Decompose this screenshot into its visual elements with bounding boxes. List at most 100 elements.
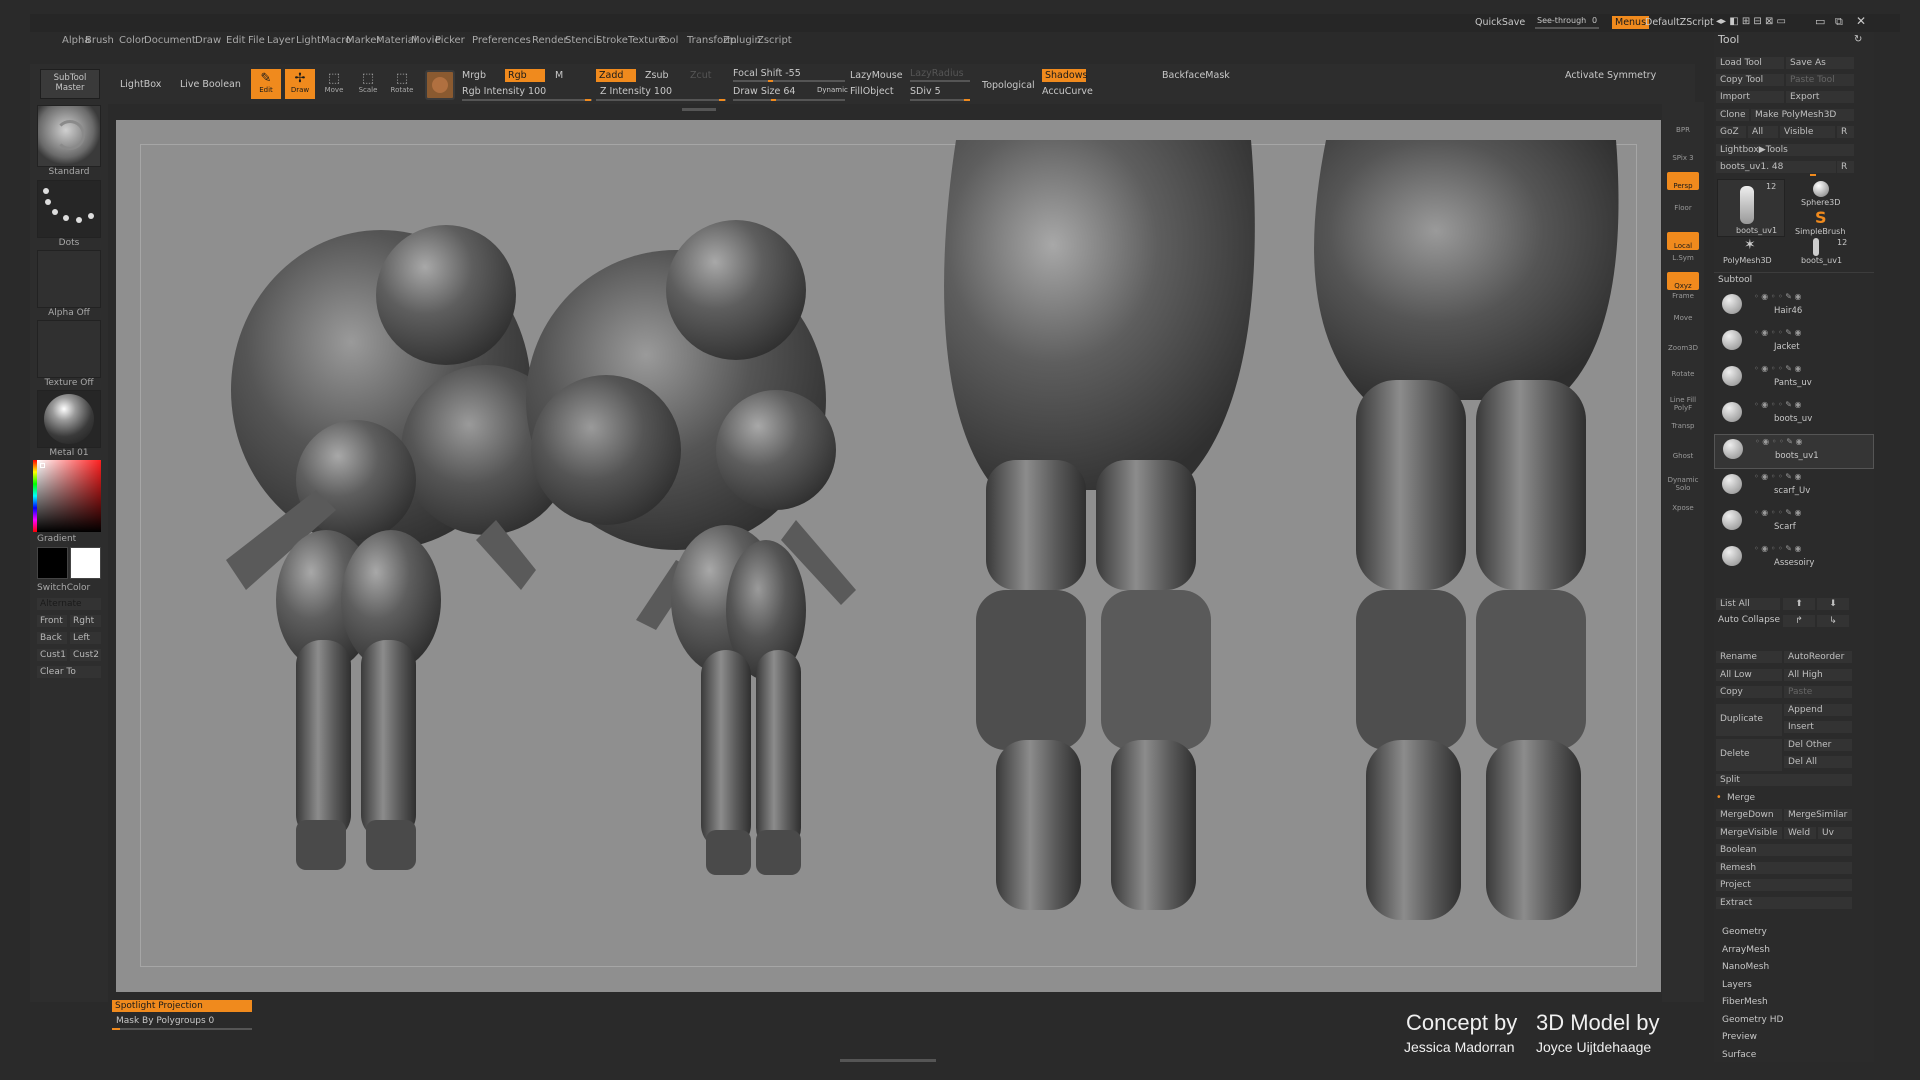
subtool-visibility-icon[interactable]: ◦ ◉ ◦ ◦ ✎ ◉ (1754, 508, 1802, 517)
gradient-label[interactable]: Gradient (37, 534, 101, 544)
delete-button[interactable]: Delete (1716, 739, 1782, 771)
arrow-up-icon[interactable]: ⬆ (1783, 598, 1815, 610)
del-all-button[interactable]: Del All (1784, 756, 1852, 768)
subtool-row[interactable]: ◦ ◉ ◦ ◦ ✎ ◉ Scarf (1714, 506, 1874, 541)
save-as-button[interactable]: Save As (1786, 57, 1854, 69)
color-picker[interactable] (33, 460, 101, 532)
menu-preferences[interactable]: Preferences (472, 35, 531, 46)
tool-thumb-simplebrush[interactable]: S SimpleBrush (1787, 208, 1855, 236)
cust1-button[interactable]: Cust1 (37, 649, 67, 661)
import-button[interactable]: Import (1716, 91, 1784, 103)
uv-button[interactable]: Uv (1818, 827, 1852, 839)
brush-thumbnail[interactable] (37, 105, 101, 167)
del-other-button[interactable]: Del Other (1784, 739, 1852, 751)
shelf-rotate[interactable]: Rotate (1667, 370, 1699, 378)
subtool-row[interactable]: ◦ ◉ ◦ ◦ ✎ ◉ boots_uv1 (1714, 434, 1874, 469)
bottom-scroll-handle[interactable] (840, 1059, 936, 1062)
switchcolor-button[interactable]: SwitchColor (37, 583, 101, 593)
shelf-zoom3d[interactable]: Zoom3D (1667, 344, 1699, 352)
all-low-button[interactable]: All Low (1716, 669, 1782, 681)
shadows-button[interactable]: Shadows (1042, 69, 1087, 82)
minimize-icon[interactable]: ▭ (1815, 15, 1825, 28)
m-button[interactable]: M (555, 70, 563, 81)
left-button[interactable]: Left (70, 632, 101, 644)
section-fibermesh[interactable]: FiberMesh (1722, 997, 1768, 1007)
quicksave-button[interactable]: QuickSave (1475, 17, 1525, 28)
zcut-button[interactable]: Zcut (690, 70, 711, 81)
make-polymesh-button[interactable]: Make PolyMesh3D (1751, 109, 1854, 121)
lightbox-tools-button[interactable]: Lightbox▶Tools (1716, 144, 1854, 156)
subtool-row[interactable]: ◦ ◉ ◦ ◦ ✎ ◉ Jacket (1714, 326, 1874, 361)
zsub-button[interactable]: Zsub (645, 70, 669, 81)
menu-stencil[interactable]: Stencil (565, 35, 599, 46)
tool-thumb-polymesh3d[interactable]: ✶ PolyMesh3D (1717, 237, 1785, 265)
mrgb-button[interactable]: Mrgb (462, 70, 486, 81)
section-preview[interactable]: Preview (1722, 1032, 1757, 1042)
subtool-row[interactable]: ◦ ◉ ◦ ◦ ✎ ◉ Pants_uv (1714, 362, 1874, 397)
lazyradius-track[interactable] (910, 80, 970, 82)
texture-thumbnail[interactable] (37, 320, 101, 378)
menu-tool[interactable]: Tool (659, 35, 678, 46)
goz-visible-button[interactable]: Visible (1780, 126, 1835, 138)
mask-polygroups-track[interactable] (112, 1028, 252, 1030)
shelf-persp[interactable]: Persp (1667, 172, 1699, 190)
move-button[interactable]: ⬚ Move (319, 69, 349, 99)
subtool-section-header[interactable]: Subtool (1718, 275, 1752, 285)
subtool-row[interactable]: ◦ ◉ ◦ ◦ ✎ ◉ boots_uv (1714, 398, 1874, 433)
tool-thumb-sphere3d[interactable]: Sphere3D (1787, 179, 1855, 207)
shelf-line-fill-polyf[interactable]: Line Fill PolyF (1667, 396, 1699, 412)
menu-render[interactable]: Render (532, 35, 568, 46)
subtool-master-button[interactable]: SubTool Master (40, 69, 100, 99)
alternate-button[interactable]: Alternate (37, 598, 101, 610)
autoreorder-button[interactable]: AutoReorder (1784, 651, 1852, 663)
alpha-thumbnail[interactable] (37, 250, 101, 308)
tool-r-button[interactable]: R (1837, 161, 1854, 173)
menu-brush[interactable]: Brush (85, 35, 114, 46)
copy-button[interactable]: Copy (1716, 686, 1782, 698)
right-button[interactable]: Rght (70, 615, 101, 627)
subtool-row[interactable]: ◦ ◉ ◦ ◦ ✎ ◉ Hair46 (1714, 290, 1874, 325)
goz-all-button[interactable]: All (1748, 126, 1778, 138)
insert-button[interactable]: Insert (1784, 721, 1852, 733)
top-scroll-handle[interactable] (682, 108, 716, 111)
stroke-thumbnail[interactable] (37, 180, 101, 238)
lazyradius-slider[interactable]: LazyRadius (910, 68, 964, 79)
shelf-xpose[interactable]: Xpose (1667, 504, 1699, 512)
seethrough-slider[interactable] (1535, 27, 1599, 29)
clear-to-button[interactable]: Clear To (37, 666, 101, 678)
menus-button[interactable]: Menus (1612, 16, 1650, 29)
shelf-move[interactable]: Move (1667, 314, 1699, 322)
mergesimilar-button[interactable]: MergeSimilar (1784, 809, 1852, 821)
merge-section[interactable]: Merge (1723, 792, 1852, 804)
tool-thumb-boots-2[interactable]: 12 boots_uv1 (1787, 237, 1855, 265)
edit-button[interactable]: ✎ Edit (251, 69, 281, 99)
load-tool-button[interactable]: Load Tool (1716, 57, 1784, 69)
mergedown-button[interactable]: MergeDown (1716, 809, 1782, 821)
material-swatch[interactable] (425, 70, 455, 100)
front-button[interactable]: Front (37, 615, 67, 627)
subtool-visibility-icon[interactable]: ◦ ◉ ◦ ◦ ✎ ◉ (1754, 400, 1802, 409)
section-geometry-hd[interactable]: Geometry HD (1722, 1015, 1783, 1025)
activate-symmetry-button[interactable]: Activate Symmetry (1565, 70, 1656, 81)
project-section[interactable]: Project (1716, 879, 1852, 891)
copy-tool-button[interactable]: Copy Tool (1716, 74, 1784, 86)
topological-button[interactable]: Topological (982, 80, 1035, 91)
mask-by-polygroups-slider[interactable]: Mask By Polygroups 0 (116, 1016, 214, 1026)
z-intensity-slider[interactable]: Z Intensity 100 (600, 86, 672, 97)
z-intensity-track[interactable] (596, 99, 726, 101)
main-color-swatch[interactable] (70, 547, 101, 579)
tool-slider[interactable]: boots_uv1. 48 (1716, 161, 1836, 173)
rename-button[interactable]: Rename (1716, 651, 1782, 663)
dynamic-button[interactable]: Dynamic (817, 86, 848, 94)
shelf-dynamic-solo[interactable]: Dynamic Solo (1667, 476, 1699, 492)
boolean-section[interactable]: Boolean (1716, 844, 1852, 856)
split-button[interactable]: Split (1716, 774, 1852, 786)
remesh-section[interactable]: Remesh (1716, 862, 1852, 874)
seethrough-label[interactable]: See-through (1537, 16, 1586, 25)
subtool-visibility-icon[interactable]: ◦ ◉ ◦ ◦ ✎ ◉ (1754, 364, 1802, 373)
move-down-icon[interactable]: ↳ (1817, 615, 1849, 627)
defaultzscript-button[interactable]: DefaultZScript (1645, 17, 1714, 28)
shelf-ghost[interactable]: Ghost (1667, 452, 1699, 460)
subtool-row[interactable]: ◦ ◉ ◦ ◦ ✎ ◉ Assesoiry (1714, 542, 1874, 577)
menu-color[interactable]: Color (119, 35, 145, 46)
